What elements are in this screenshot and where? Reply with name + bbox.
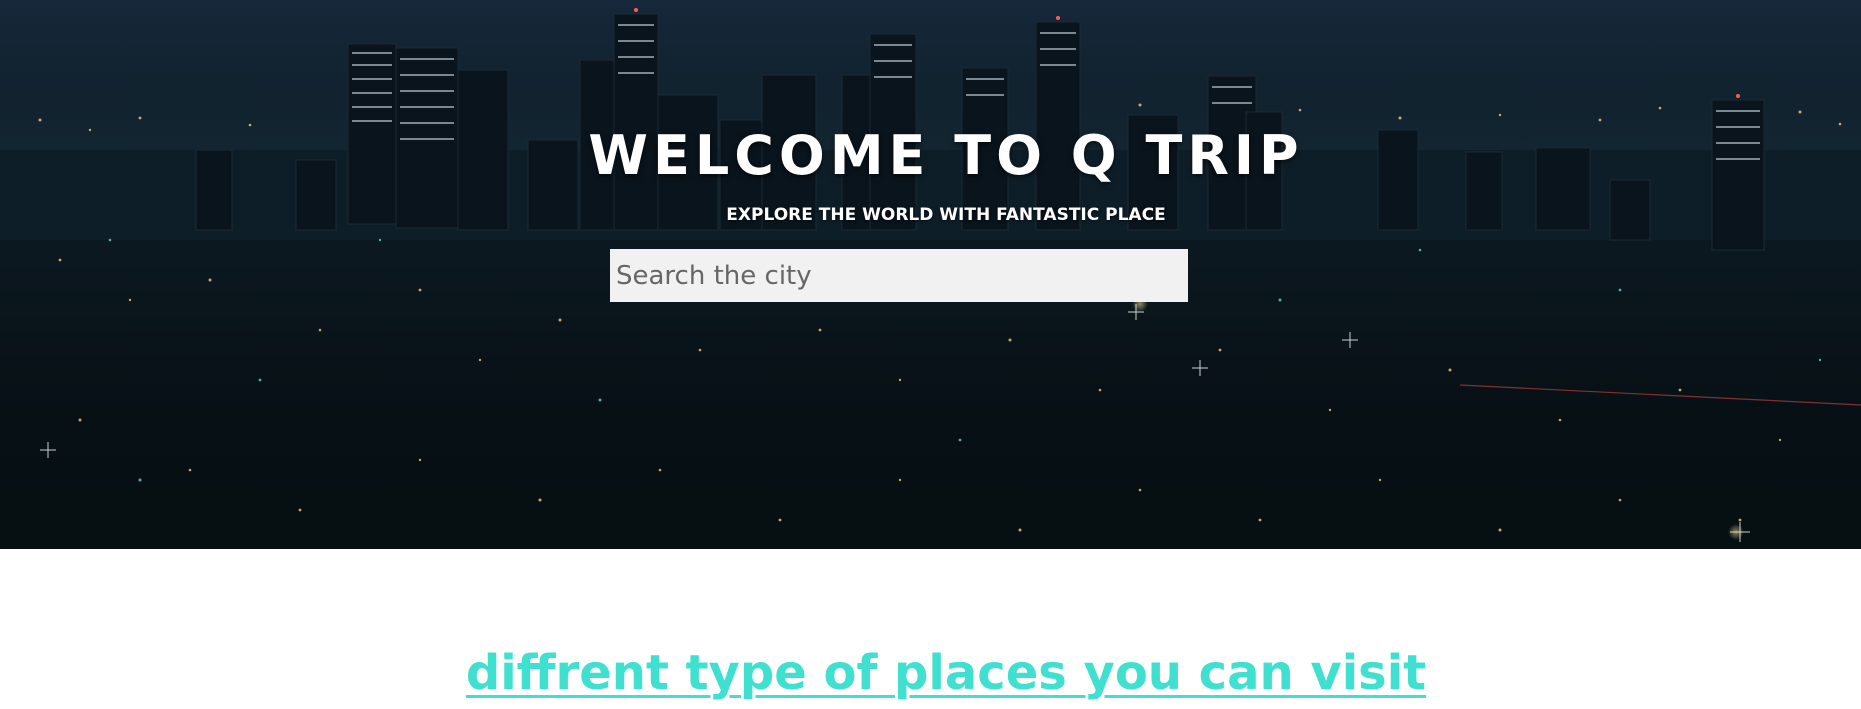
- hero-banner: WELCOME TO Q TRIP EXPLORE THE WORLD WITH…: [0, 0, 1861, 549]
- hero-title: WELCOME TO Q TRIP: [588, 124, 1304, 187]
- city-search-input[interactable]: [610, 249, 1188, 302]
- hero-subtitle: EXPLORE THE WORLD WITH FANTASTIC PLACE: [726, 205, 1166, 225]
- section-heading-link[interactable]: diffrent type of places you can visit: [0, 645, 1861, 701]
